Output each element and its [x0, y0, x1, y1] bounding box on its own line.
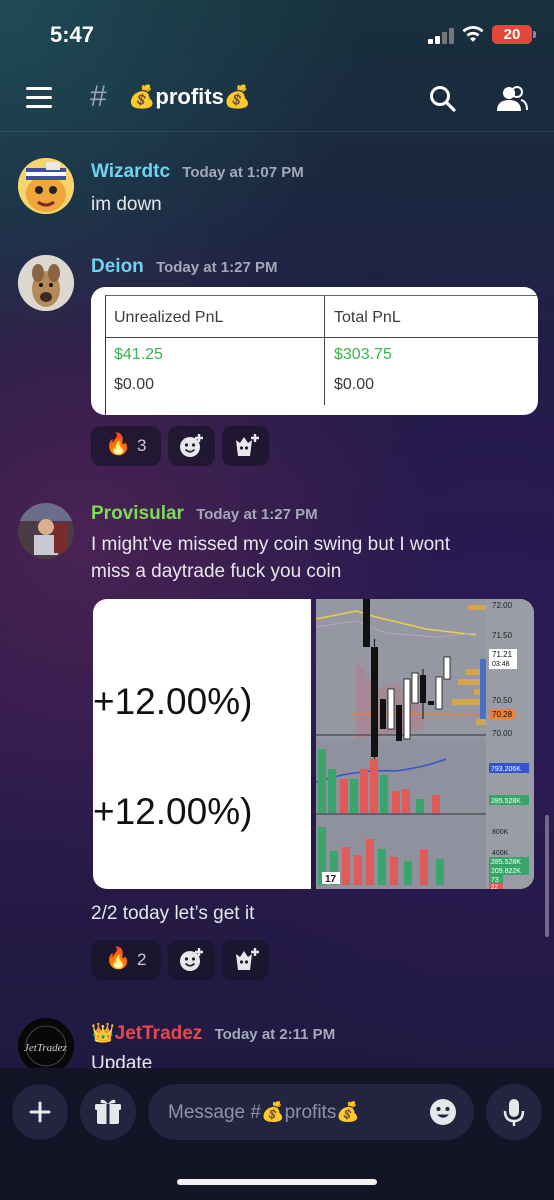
- status-bar: 5:47 20: [0, 0, 554, 62]
- avatar[interactable]: JetTradez: [18, 1018, 74, 1068]
- message-timestamp: Today at 2:11 PM: [214, 1026, 336, 1043]
- message-timestamp: Today at 1:27 PM: [196, 506, 318, 523]
- status-time: 5:47: [50, 22, 95, 47]
- plus-icon: [29, 1101, 51, 1123]
- avatar[interactable]: [18, 503, 74, 559]
- avatar[interactable]: [18, 158, 74, 214]
- pnl-table: Unrealized PnL Total PnL $41.25 $303.75 …: [105, 295, 538, 415]
- members-icon[interactable]: [494, 84, 528, 114]
- message-text: I might’ve missed my coin swing but I wo…: [91, 534, 451, 555]
- message-text: Update: [91, 1053, 153, 1068]
- volume-label: 285.528K: [491, 798, 521, 805]
- reaction-fire[interactable]: 🔥 3: [91, 426, 161, 466]
- price-label: 70.00: [492, 729, 513, 738]
- add-attachment-button[interactable]: [12, 1084, 68, 1140]
- volume-label: 285.528K: [491, 859, 521, 866]
- percent-text: +12.00%): [93, 681, 253, 722]
- volume-label: 209.822K: [491, 868, 521, 875]
- message-timestamp: Today at 1:27 PM: [156, 259, 278, 276]
- fire-emoji-icon: 🔥: [105, 433, 132, 456]
- table-cell: $0.00: [334, 376, 375, 393]
- message-timestamp: Today at 1:07 PM: [182, 164, 304, 181]
- menu-icon[interactable]: [26, 87, 54, 109]
- price-label: 70.28: [492, 710, 513, 719]
- avatar[interactable]: [18, 255, 74, 311]
- trading-chart: 17 72.00 71.50 71.21 03:48 70.50 70.28 7…: [316, 599, 534, 889]
- message-text: miss a daytrade fuck you coin: [91, 561, 342, 582]
- username[interactable]: Provisular: [91, 503, 184, 524]
- image-attachment[interactable]: 17 72.00 71.50 71.21 03:48 70.50 70.28 7…: [316, 599, 534, 889]
- search-icon[interactable]: [428, 84, 458, 114]
- percent-text: +12.00%): [93, 791, 253, 832]
- reaction-fire[interactable]: 🔥 2: [91, 940, 161, 980]
- wifi-icon: [462, 26, 484, 42]
- price-label: 72.00: [492, 601, 513, 610]
- gift-button[interactable]: [80, 1084, 136, 1140]
- scrollbar[interactable]: [545, 815, 549, 937]
- username[interactable]: Wizardtc: [91, 161, 170, 182]
- add-super-reaction-button[interactable]: [222, 940, 269, 980]
- message-text: 2/2 today let’s get it: [91, 903, 255, 924]
- image-attachment[interactable]: +12.00%) +12.00%): [93, 599, 311, 889]
- volume-label: 73: [491, 877, 499, 884]
- super-reaction-icon: [236, 948, 259, 970]
- volume-label: 793.206K: [491, 766, 521, 773]
- username[interactable]: 👑JetTradez: [91, 1023, 202, 1044]
- reaction-count: 3: [137, 436, 147, 455]
- message-input-placeholder: Message #💰profits💰: [168, 1102, 360, 1123]
- channel-hash-icon: #: [90, 80, 107, 113]
- battery-indicator: 20: [492, 25, 536, 44]
- username[interactable]: Deion: [91, 256, 144, 277]
- fire-emoji-icon: 🔥: [105, 947, 132, 970]
- message-list[interactable]: Wizardtc Today at 1:07 PM im down Deion …: [0, 133, 554, 1068]
- price-label: 71.50: [492, 631, 513, 640]
- price-label: 71.21: [492, 650, 513, 659]
- table-header: Total PnL: [334, 309, 401, 326]
- add-reaction-button[interactable]: [168, 940, 215, 980]
- microphone-icon: [503, 1099, 525, 1126]
- channel-title[interactable]: 💰profits💰: [128, 84, 251, 110]
- emoji-picker-icon[interactable]: [428, 1097, 458, 1127]
- message-text: im down: [91, 194, 162, 215]
- cellular-signal-icon: [428, 28, 456, 44]
- add-reaction-icon: [180, 948, 203, 971]
- volume-label: 800K: [492, 829, 509, 836]
- reaction-count: 2: [137, 950, 147, 969]
- table-cell: $0.00: [114, 376, 155, 393]
- voice-message-button[interactable]: [486, 1084, 542, 1140]
- message-input[interactable]: Message #💰profits💰: [148, 1084, 474, 1140]
- volume-label: 400K: [492, 850, 509, 857]
- home-indicator: [177, 1179, 377, 1185]
- add-super-reaction-button[interactable]: [222, 426, 269, 466]
- price-label: 70.50: [492, 696, 513, 705]
- table-header: Unrealized PnL: [114, 309, 224, 326]
- volume-label: 22: [491, 885, 498, 889]
- gift-icon: [95, 1099, 121, 1124]
- table-cell: $303.75: [334, 346, 392, 363]
- image-attachment[interactable]: Unrealized PnL Total PnL $41.25 $303.75 …: [91, 287, 538, 415]
- channel-header: # 💰profits💰: [0, 62, 554, 132]
- price-label: 03:48: [492, 661, 510, 668]
- table-cell: $41.25: [114, 346, 163, 363]
- chart-badge: 17: [325, 874, 337, 885]
- add-reaction-button[interactable]: [168, 426, 215, 466]
- avatar-text: JetTradez: [24, 1042, 67, 1054]
- super-reaction-icon: [236, 434, 259, 456]
- add-reaction-icon: [180, 434, 203, 457]
